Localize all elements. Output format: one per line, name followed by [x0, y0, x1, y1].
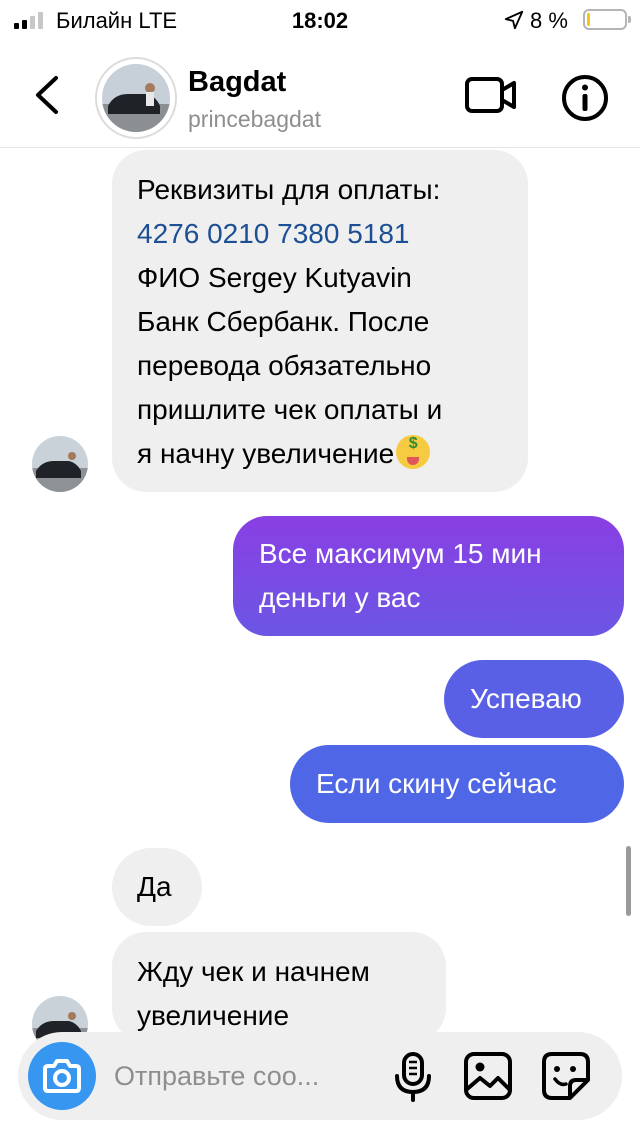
location-arrow-icon	[504, 10, 524, 30]
microphone-icon[interactable]	[385, 1048, 441, 1104]
message-bubble[interactable]: Жду чек и начнем увеличение	[112, 932, 446, 1042]
battery-level	[587, 13, 590, 26]
message-line: Банк Сбербанк. После	[137, 306, 430, 337]
contact-name[interactable]: Bagdat	[188, 66, 286, 99]
contact-username: princebagdat	[188, 106, 321, 132]
message-bubble-own[interactable]: Если скину сейчас	[290, 745, 624, 823]
camera-icon	[43, 1059, 81, 1093]
message-line: ФИО Sergey Kutyavin	[137, 262, 412, 293]
battery-percent: 8 %	[530, 8, 568, 33]
message-text: я начну увеличение	[137, 438, 395, 469]
message-line: Жду чек и начнем	[137, 956, 370, 987]
message-bubble[interactable]: Да	[112, 848, 202, 926]
message-line: пришлите чек оплаты и	[137, 394, 443, 425]
scrollbar[interactable]	[626, 846, 631, 916]
sender-avatar[interactable]	[32, 436, 88, 492]
message-line: деньги у вас	[259, 582, 421, 613]
video-call-icon[interactable]	[464, 74, 518, 116]
message-bubble-own[interactable]: Успеваю	[444, 660, 624, 738]
message-bubble-own[interactable]: Все максимум 15 мин деньги у вас	[233, 516, 624, 636]
message-line-last: я начну увеличение	[137, 432, 528, 476]
avatar[interactable]	[102, 64, 170, 132]
message-composer	[18, 1032, 622, 1120]
chat-header: Bagdat princebagdat	[0, 40, 640, 148]
message-line: перевода обязательно	[137, 350, 432, 381]
message-bubble[interactable]: Реквизиты для оплаты: 4276 0210 7380 518…	[112, 150, 528, 492]
battery-icon	[583, 9, 631, 30]
camera-button[interactable]	[28, 1042, 96, 1110]
money-mouth-face-icon	[396, 435, 431, 469]
message-line: Если скину сейчас	[316, 768, 557, 799]
message-line: Все максимум 15 мин	[259, 538, 542, 569]
card-number-link[interactable]: 4276 0210 7380 5181	[137, 212, 528, 256]
sticker-icon[interactable]	[538, 1048, 594, 1104]
message-line: Да	[137, 871, 172, 902]
message-line: Реквизиты для оплаты:	[137, 174, 441, 205]
back-chevron-icon[interactable]	[28, 70, 68, 120]
gallery-icon[interactable]	[460, 1048, 516, 1104]
status-bar: Билайн LTE 18:02 8 %	[0, 0, 640, 40]
message-line: Успеваю	[470, 683, 582, 714]
message-input[interactable]	[114, 1056, 384, 1096]
info-icon[interactable]	[560, 73, 610, 123]
